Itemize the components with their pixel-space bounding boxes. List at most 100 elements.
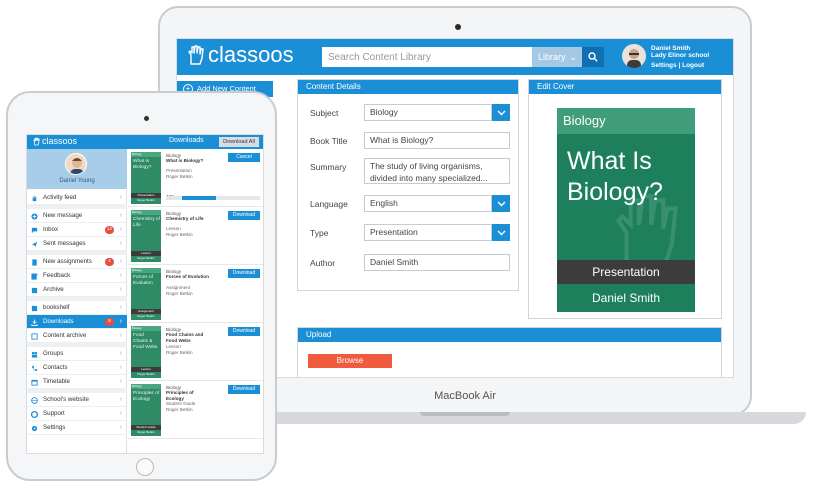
sidebar-item-new-assignments[interactable]: New assignments 4 › xyxy=(27,255,127,269)
search-button[interactable] xyxy=(582,47,604,67)
chevron-right-icon: › xyxy=(119,318,122,325)
thumb-title: Principles of Ecology xyxy=(133,391,160,402)
thumb-subject: Biology xyxy=(131,326,161,331)
sidebar-item-content-archive[interactable]: Content archive › xyxy=(27,329,127,343)
sidebar-item-bookshelf[interactable]: bookshelf › xyxy=(27,301,127,315)
tablet-logo[interactable]: classoos xyxy=(33,136,77,146)
book-thumbnail[interactable]: Biology Food Chains & Food Webs Lesson R… xyxy=(131,326,161,378)
download-progress-bar xyxy=(166,196,260,200)
sidebar-item-support[interactable]: Support › xyxy=(27,407,127,421)
sidebar-item-new-message[interactable]: New message › xyxy=(27,209,127,223)
hand-icon xyxy=(31,195,37,202)
thumb-title: Food Chains & Food Webs xyxy=(133,333,158,350)
inbox-count-badge: 12 xyxy=(105,226,114,234)
book-thumbnail[interactable]: Biology Forces of Evolution Assignment R… xyxy=(131,268,161,320)
downloads-heading: Downloads xyxy=(169,137,204,144)
sidebar-item-label: Archive xyxy=(43,286,64,293)
tablet-sidebar: Daniel Young Activity feed › New message ›… xyxy=(27,149,127,453)
ipad-camera xyxy=(144,116,149,121)
browse-button[interactable]: Browse xyxy=(308,354,392,368)
sidebar-item-feedback[interactable]: Feedback › xyxy=(27,269,127,283)
chevron-right-icon: › xyxy=(119,212,122,219)
language-dropdown-button[interactable] xyxy=(492,195,510,212)
sidebar-item-inbox[interactable]: Inbox 12 › xyxy=(27,223,127,237)
thumb-subject: Biology xyxy=(131,152,161,157)
sidebar-item-label: Timetable xyxy=(43,378,70,385)
edit-cover-title: Edit Cover xyxy=(529,80,721,94)
book-title-input[interactable]: What is Biology? xyxy=(364,132,510,149)
sidebar-item-schools-website[interactable]: School's website › xyxy=(27,393,127,407)
download-row[interactable]: Biology What is Biology? Presentation Ro… xyxy=(128,149,263,207)
book-cover-preview[interactable]: Biology What Is Biology? Presentation Da… xyxy=(557,108,695,312)
content-details-panel: Content Details Subject Biology Book Tit… xyxy=(297,79,519,291)
book-title-label: Book Title xyxy=(310,136,348,146)
download-button[interactable]: Download xyxy=(228,327,260,336)
ipad-home-button[interactable] xyxy=(136,458,154,476)
download-icon xyxy=(31,319,38,326)
chevron-right-icon: › xyxy=(119,350,122,357)
book-thumbnail[interactable]: Biology What is Biology? Presentation Ro… xyxy=(131,152,161,204)
download-button[interactable]: Download xyxy=(228,211,260,220)
sidebar-item-label: Groups xyxy=(43,350,64,357)
library-dropdown[interactable]: Library ⌄ xyxy=(532,47,582,67)
chevron-right-icon: › xyxy=(119,194,122,201)
downloads-list: Biology What is Biology? Presentation Ro… xyxy=(128,149,263,453)
book-thumbnail[interactable]: Biology Chemistry of Life Lesson Roger B… xyxy=(131,210,161,262)
downloads-count-badge: 8 xyxy=(105,318,114,326)
language-label: Language xyxy=(310,199,348,209)
thumb-subject: Biology xyxy=(131,268,161,273)
sidebar-item-archive[interactable]: Archive › xyxy=(27,283,127,297)
sidebar-item-activity-feed[interactable]: Activity feed › xyxy=(27,191,127,205)
profile-avatar[interactable] xyxy=(65,153,87,175)
download-row[interactable]: Biology Chemistry of Life Lesson Roger B… xyxy=(128,207,263,265)
download-row[interactable]: Biology Principles of Ecology Student Gu… xyxy=(128,381,263,439)
user-avatar[interactable] xyxy=(622,44,646,68)
logout-link[interactable]: Logout xyxy=(682,62,704,69)
profile-card[interactable]: Daniel Young xyxy=(27,149,127,189)
subject-select[interactable]: Biology xyxy=(364,104,492,121)
search-icon xyxy=(588,52,598,62)
sidebar-item-label: Support xyxy=(43,410,65,417)
download-row[interactable]: Biology Forces of Evolution Assignment R… xyxy=(128,265,263,323)
type-select[interactable]: Presentation xyxy=(364,224,492,241)
sidebar-item-groups[interactable]: Groups › xyxy=(27,347,127,361)
book-thumbnail[interactable]: Biology Principles of Ecology Student Gu… xyxy=(131,384,161,436)
language-select[interactable]: English xyxy=(364,195,492,212)
upload-title: Upload xyxy=(298,328,721,342)
subject-dropdown-button[interactable] xyxy=(492,104,510,121)
desktop-logo[interactable]: classoos xyxy=(187,42,294,68)
row-type: Presentation xyxy=(166,168,192,173)
globe-icon xyxy=(31,397,38,404)
summary-label: Summary xyxy=(310,162,347,172)
content-details-title: Content Details xyxy=(298,80,518,94)
cancel-download-button[interactable]: Cancel xyxy=(228,153,260,162)
sidebar-item-timetable[interactable]: Timetable › xyxy=(27,375,127,389)
sidebar-item-settings[interactable]: Settings › xyxy=(27,421,127,435)
thumb-subject: Biology xyxy=(131,384,161,389)
author-input[interactable]: Daniel Smith xyxy=(364,254,510,271)
row-title: Forces of Evolution xyxy=(166,274,209,279)
user-avatar-icon xyxy=(627,49,641,68)
settings-link[interactable]: Settings xyxy=(651,62,677,69)
sidebar-item-label: Inbox xyxy=(43,226,59,233)
download-button[interactable]: Download xyxy=(228,385,260,394)
sidebar-item-contacts[interactable]: Contacts › xyxy=(27,361,127,375)
thumb-title: Chemistry of Life xyxy=(133,217,160,228)
chevron-right-icon: › xyxy=(119,396,122,403)
sidebar-item-label: New assignments xyxy=(43,258,92,265)
download-button[interactable]: Download xyxy=(228,269,260,278)
cover-type: Presentation xyxy=(557,260,695,284)
download-all-button[interactable]: Download All xyxy=(219,137,259,147)
hand-logo-icon xyxy=(33,137,40,145)
thumb-author: Roger Betkin xyxy=(137,198,155,202)
download-row[interactable]: Biology Food Chains & Food Webs Lesson R… xyxy=(128,323,263,381)
row-title: Principles of Ecology xyxy=(166,390,194,401)
lifebuoy-icon xyxy=(31,411,38,418)
thumb-subject: Biology xyxy=(131,210,161,215)
user-links: Settings | Logout xyxy=(651,62,704,69)
summary-textarea[interactable]: The study of living organisms, divided i… xyxy=(364,158,510,184)
sidebar-item-sent-messages[interactable]: Sent messages › xyxy=(27,237,127,251)
type-dropdown-button[interactable] xyxy=(492,224,510,241)
search-input[interactable] xyxy=(322,47,532,67)
sidebar-item-downloads[interactable]: Downloads 8 › xyxy=(27,315,127,329)
